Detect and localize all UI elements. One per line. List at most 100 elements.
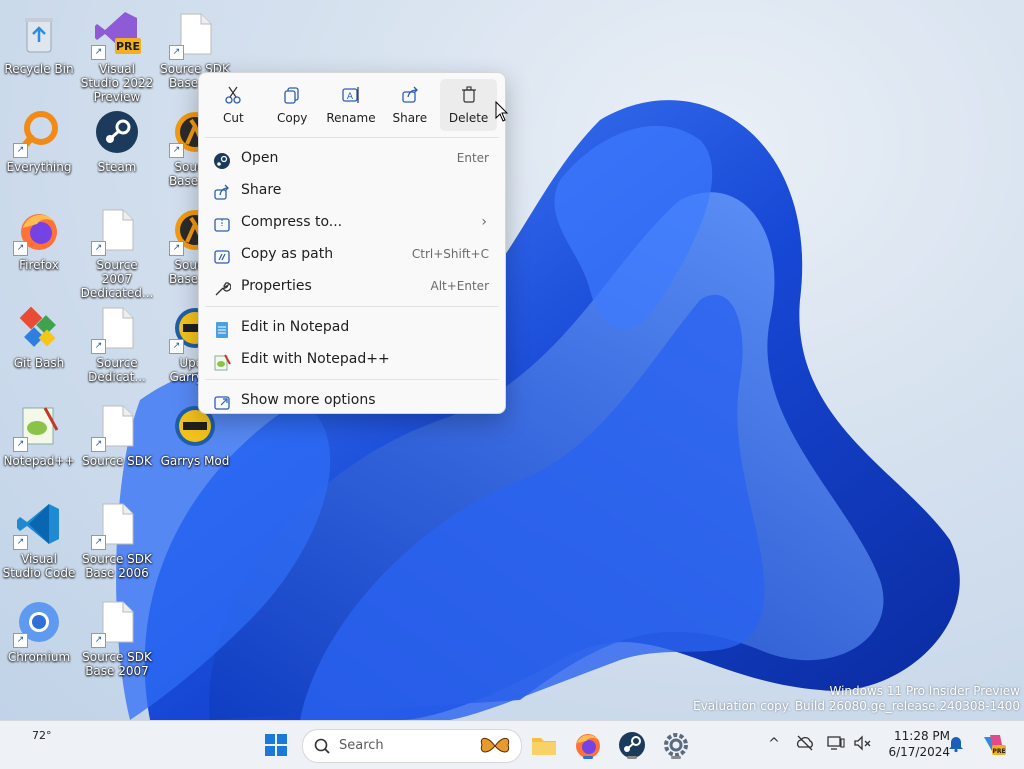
desktop-icon-source-sdk[interactable]: ↗ Source SDK — [78, 396, 156, 492]
blank-file-icon: ↗ — [91, 598, 141, 648]
desktop-icon-label: Source SDK — [82, 454, 152, 468]
notification-bell-icon[interactable] — [946, 733, 966, 753]
desktop-icon-chromium[interactable]: ↗ Chromium — [0, 592, 78, 688]
share-icon — [381, 79, 438, 111]
evaluation-watermark: Windows 11 Pro Insider Preview Evaluatio… — [693, 684, 1020, 713]
vscode-icon: ↗ — [13, 500, 63, 550]
menu-item-properties[interactable]: Properties Alt+Enter — [199, 270, 505, 302]
share-button[interactable]: Share — [381, 79, 438, 131]
taskbar-steam[interactable] — [616, 729, 648, 761]
delete-button[interactable]: Delete — [440, 79, 497, 131]
menu-item-compress[interactable]: Compress to... › — [199, 206, 505, 238]
rename-button[interactable]: A Rename — [323, 79, 380, 131]
desktop-icon-git-bash[interactable]: Git Bash — [0, 298, 78, 394]
svg-text:PRE: PRE — [116, 40, 140, 53]
blank-file-icon: ↗ — [91, 206, 141, 256]
shortcut-arrow-icon: ↗ — [169, 143, 184, 158]
everything-search-icon: ↗ — [13, 108, 63, 158]
running-indicator — [583, 756, 593, 759]
blank-file-icon: ↗ — [91, 402, 141, 452]
desktop-icon-visual-studio-2022[interactable]: PRE ↗ Visual Studio 2022 Preview — [78, 4, 156, 104]
copilot-pre-icon[interactable]: PRE — [980, 731, 1006, 757]
taskbar-settings[interactable] — [660, 729, 692, 761]
desktop-icon-label: Notepad++ — [3, 454, 75, 468]
svg-text:A: A — [347, 92, 354, 102]
desktop-icon-steam[interactable]: Steam — [78, 102, 156, 198]
cut-button[interactable]: Cut — [205, 79, 262, 131]
wrench-icon — [213, 278, 232, 296]
shortcut-arrow-icon: ↗ — [91, 633, 106, 648]
chromium-icon: ↗ — [13, 598, 63, 648]
desktop-icon-label: Source 2007 Dedicated... — [80, 258, 154, 300]
shortcut-arrow-icon: ↗ — [169, 241, 184, 256]
running-indicator — [671, 756, 681, 759]
desktop-icon-label: Source SDK Base 2006 — [82, 552, 152, 580]
blank-file-icon: ↗ — [91, 304, 141, 354]
menu-item-edit-with-notepadpp[interactable]: Edit with Notepad++ — [199, 343, 505, 375]
desktop-icon-source-sdk-base-2006[interactable]: ↗ Source SDK Base 2006 — [78, 494, 156, 590]
chevron-right-icon: › — [481, 214, 487, 230]
desktop-icon-source-sdk-base-2007[interactable]: ↗ Source SDK Base 2007 — [78, 592, 156, 688]
taskbar: 72° Search ^ 11:28 PM 6/17/2024 PRE — [0, 720, 1024, 769]
shortcut-arrow-icon: ↗ — [91, 241, 106, 256]
desktop-icon-label: Garrys Mod — [160, 454, 230, 468]
svg-text:PRE: PRE — [992, 748, 1005, 755]
scissors-icon — [205, 79, 262, 111]
desktop-icon-notepadpp[interactable]: ↗ Notepad++ — [0, 396, 78, 492]
search-icon — [314, 738, 330, 754]
start-button[interactable] — [260, 729, 292, 761]
desktop-icon-label: Source Dedicat... — [88, 356, 146, 384]
desktop-icon-label: Everything — [6, 160, 72, 174]
shortcut-arrow-icon: ↗ — [91, 45, 106, 60]
shortcut-arrow-icon: ↗ — [169, 339, 184, 354]
desktop[interactable]: Recycle Bin ↗ Everything ↗ Firefox Git B… — [0, 0, 1024, 720]
show-hidden-icons-chevron[interactable]: ^ — [764, 733, 784, 753]
zip-icon — [213, 214, 231, 232]
more-options-icon — [213, 392, 231, 410]
shortcut-arrow-icon: ↗ — [169, 45, 184, 60]
menu-item-share[interactable]: Share — [199, 174, 505, 206]
desktop-icon-label: Chromium — [7, 650, 71, 664]
desktop-icon-label: Visual Studio Code — [2, 552, 76, 580]
copy-button[interactable]: Copy — [264, 79, 321, 131]
rename-icon: A — [323, 79, 380, 111]
copy-icon — [264, 79, 321, 111]
taskbar-search-box[interactable]: Search — [302, 729, 522, 763]
context-menu-quick-actions: Cut Copy A Rename Share Delete — [199, 73, 505, 137]
mouse-cursor-icon — [495, 101, 509, 122]
menu-item-copy-as-path[interactable]: Copy as path Ctrl+Shift+C — [199, 238, 505, 270]
trash-icon — [440, 79, 497, 111]
menu-item-open[interactable]: Open Enter — [199, 142, 505, 174]
git-bash-icon — [15, 304, 63, 352]
system-clock[interactable]: 11:28 PM 6/17/2024 — [878, 728, 950, 760]
shortcut-arrow-icon: ↗ — [13, 535, 28, 550]
taskbar-file-explorer[interactable] — [528, 729, 560, 761]
shortcut-arrow-icon: ↗ — [91, 437, 106, 452]
weather-temperature: 72° — [32, 729, 52, 742]
recycle-bin-icon — [15, 10, 63, 58]
menu-item-show-more-options[interactable]: Show more options — [199, 384, 505, 416]
onedrive-offline-icon[interactable] — [795, 733, 815, 753]
desktop-icon-recycle-bin[interactable]: Recycle Bin — [0, 4, 78, 100]
desktop-icon-label: Visual Studio 2022 Preview — [80, 62, 154, 104]
menu-item-edit-in-notepad[interactable]: Edit in Notepad — [199, 311, 505, 343]
desktop-icon-source-2007-dedicated[interactable]: ↗ Source 2007 Dedicated... — [78, 200, 156, 300]
shortcut-arrow-icon: ↗ — [13, 633, 28, 648]
desktop-icon-source-dedicated[interactable]: ↗ Source Dedicat... — [78, 298, 156, 394]
desktop-icon-vscode[interactable]: ↗ Visual Studio Code — [0, 494, 78, 590]
desktop-icon-label: Firefox — [19, 258, 59, 272]
shortcut-arrow-icon: ↗ — [91, 535, 106, 550]
blank-file-icon: ↗ — [169, 10, 219, 60]
folder-icon — [532, 738, 556, 755]
butterfly-highlight-icon — [480, 737, 510, 753]
volume-muted-icon[interactable] — [852, 733, 872, 753]
steam-icon — [93, 108, 141, 156]
desktop-icon-label: Source SDK Base 2007 — [82, 650, 152, 678]
display-network-icon[interactable] — [826, 733, 846, 753]
desktop-icon-everything[interactable]: ↗ Everything — [0, 102, 78, 198]
desktop-icon-firefox[interactable]: ↗ Firefox — [0, 200, 78, 296]
taskbar-firefox[interactable] — [572, 729, 604, 761]
desktop-icon-label: Recycle Bin — [4, 62, 74, 76]
shortcut-arrow-icon: ↗ — [13, 437, 28, 452]
path-icon — [213, 246, 231, 264]
